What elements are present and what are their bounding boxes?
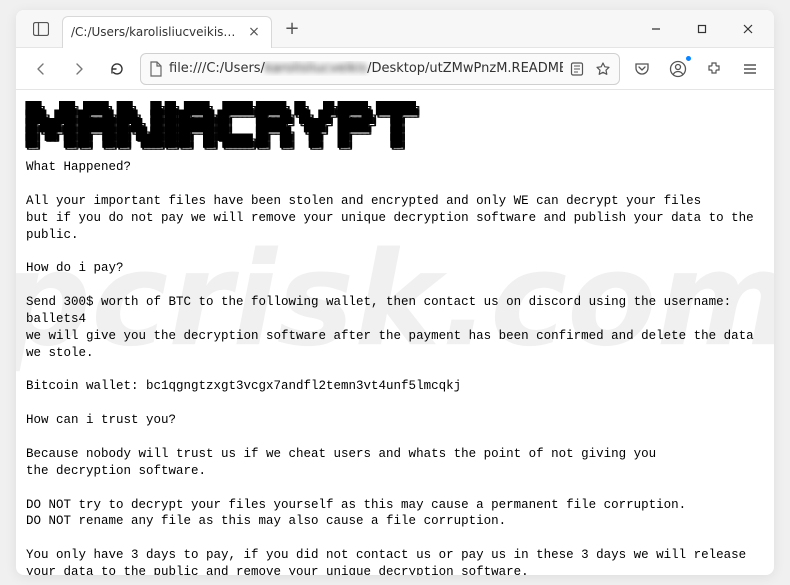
extensions-icon[interactable] xyxy=(700,55,728,83)
sidebar-toggle-icon[interactable] xyxy=(26,14,56,44)
page-content: pcrisk.com ███╗ ███╗ █████╗ ███╗ ██╗██╗ … xyxy=(16,90,774,575)
tab-title: /C:/Users/karolisliucveikis/Desktop/ xyxy=(71,25,239,39)
toolbar: file:///C:/Users/karolisliucveikis/Deskt… xyxy=(16,48,774,90)
forward-button[interactable] xyxy=(64,54,94,84)
url-prefix: file:///C:/Users/ xyxy=(169,61,265,76)
url-bar[interactable]: file:///C:/Users/karolisliucveikis/Deskt… xyxy=(140,53,620,85)
window-controls xyxy=(634,14,770,44)
urlbar-actions xyxy=(569,61,611,77)
minimize-button[interactable] xyxy=(634,14,678,44)
back-button[interactable] xyxy=(26,54,56,84)
bookmark-icon[interactable] xyxy=(595,61,611,77)
tab-close-icon[interactable]: × xyxy=(245,23,263,41)
pocket-icon[interactable] xyxy=(628,55,656,83)
maximize-button[interactable] xyxy=(680,14,724,44)
titlebar: /C:/Users/karolisliucveikis/Desktop/ × + xyxy=(16,10,774,48)
reload-button[interactable] xyxy=(102,54,132,84)
url-suffix: /Desktop/utZMwPnzM.README.txt xyxy=(367,61,563,76)
file-icon xyxy=(149,61,163,77)
account-icon[interactable] xyxy=(664,55,692,83)
ransom-title-ascii: ███╗ ███╗ █████╗ ███╗ ██╗██╗ █████╗ ████… xyxy=(26,106,764,155)
url-text: file:///C:/Users/karolisliucveikis/Deskt… xyxy=(169,61,563,76)
tab-active[interactable]: /C:/Users/karolisliucveikis/Desktop/ × xyxy=(62,16,272,48)
reader-mode-icon[interactable] xyxy=(569,61,585,77)
new-tab-button[interactable]: + xyxy=(278,15,306,43)
close-button[interactable] xyxy=(726,14,770,44)
menu-icon[interactable] xyxy=(736,55,764,83)
browser-window: /C:/Users/karolisliucveikis/Desktop/ × + xyxy=(16,10,774,575)
url-user-blurred: karolisliucveikis xyxy=(265,61,367,76)
ransom-body-text: What Happened? All your important files … xyxy=(26,159,764,575)
notification-dot xyxy=(685,55,692,62)
